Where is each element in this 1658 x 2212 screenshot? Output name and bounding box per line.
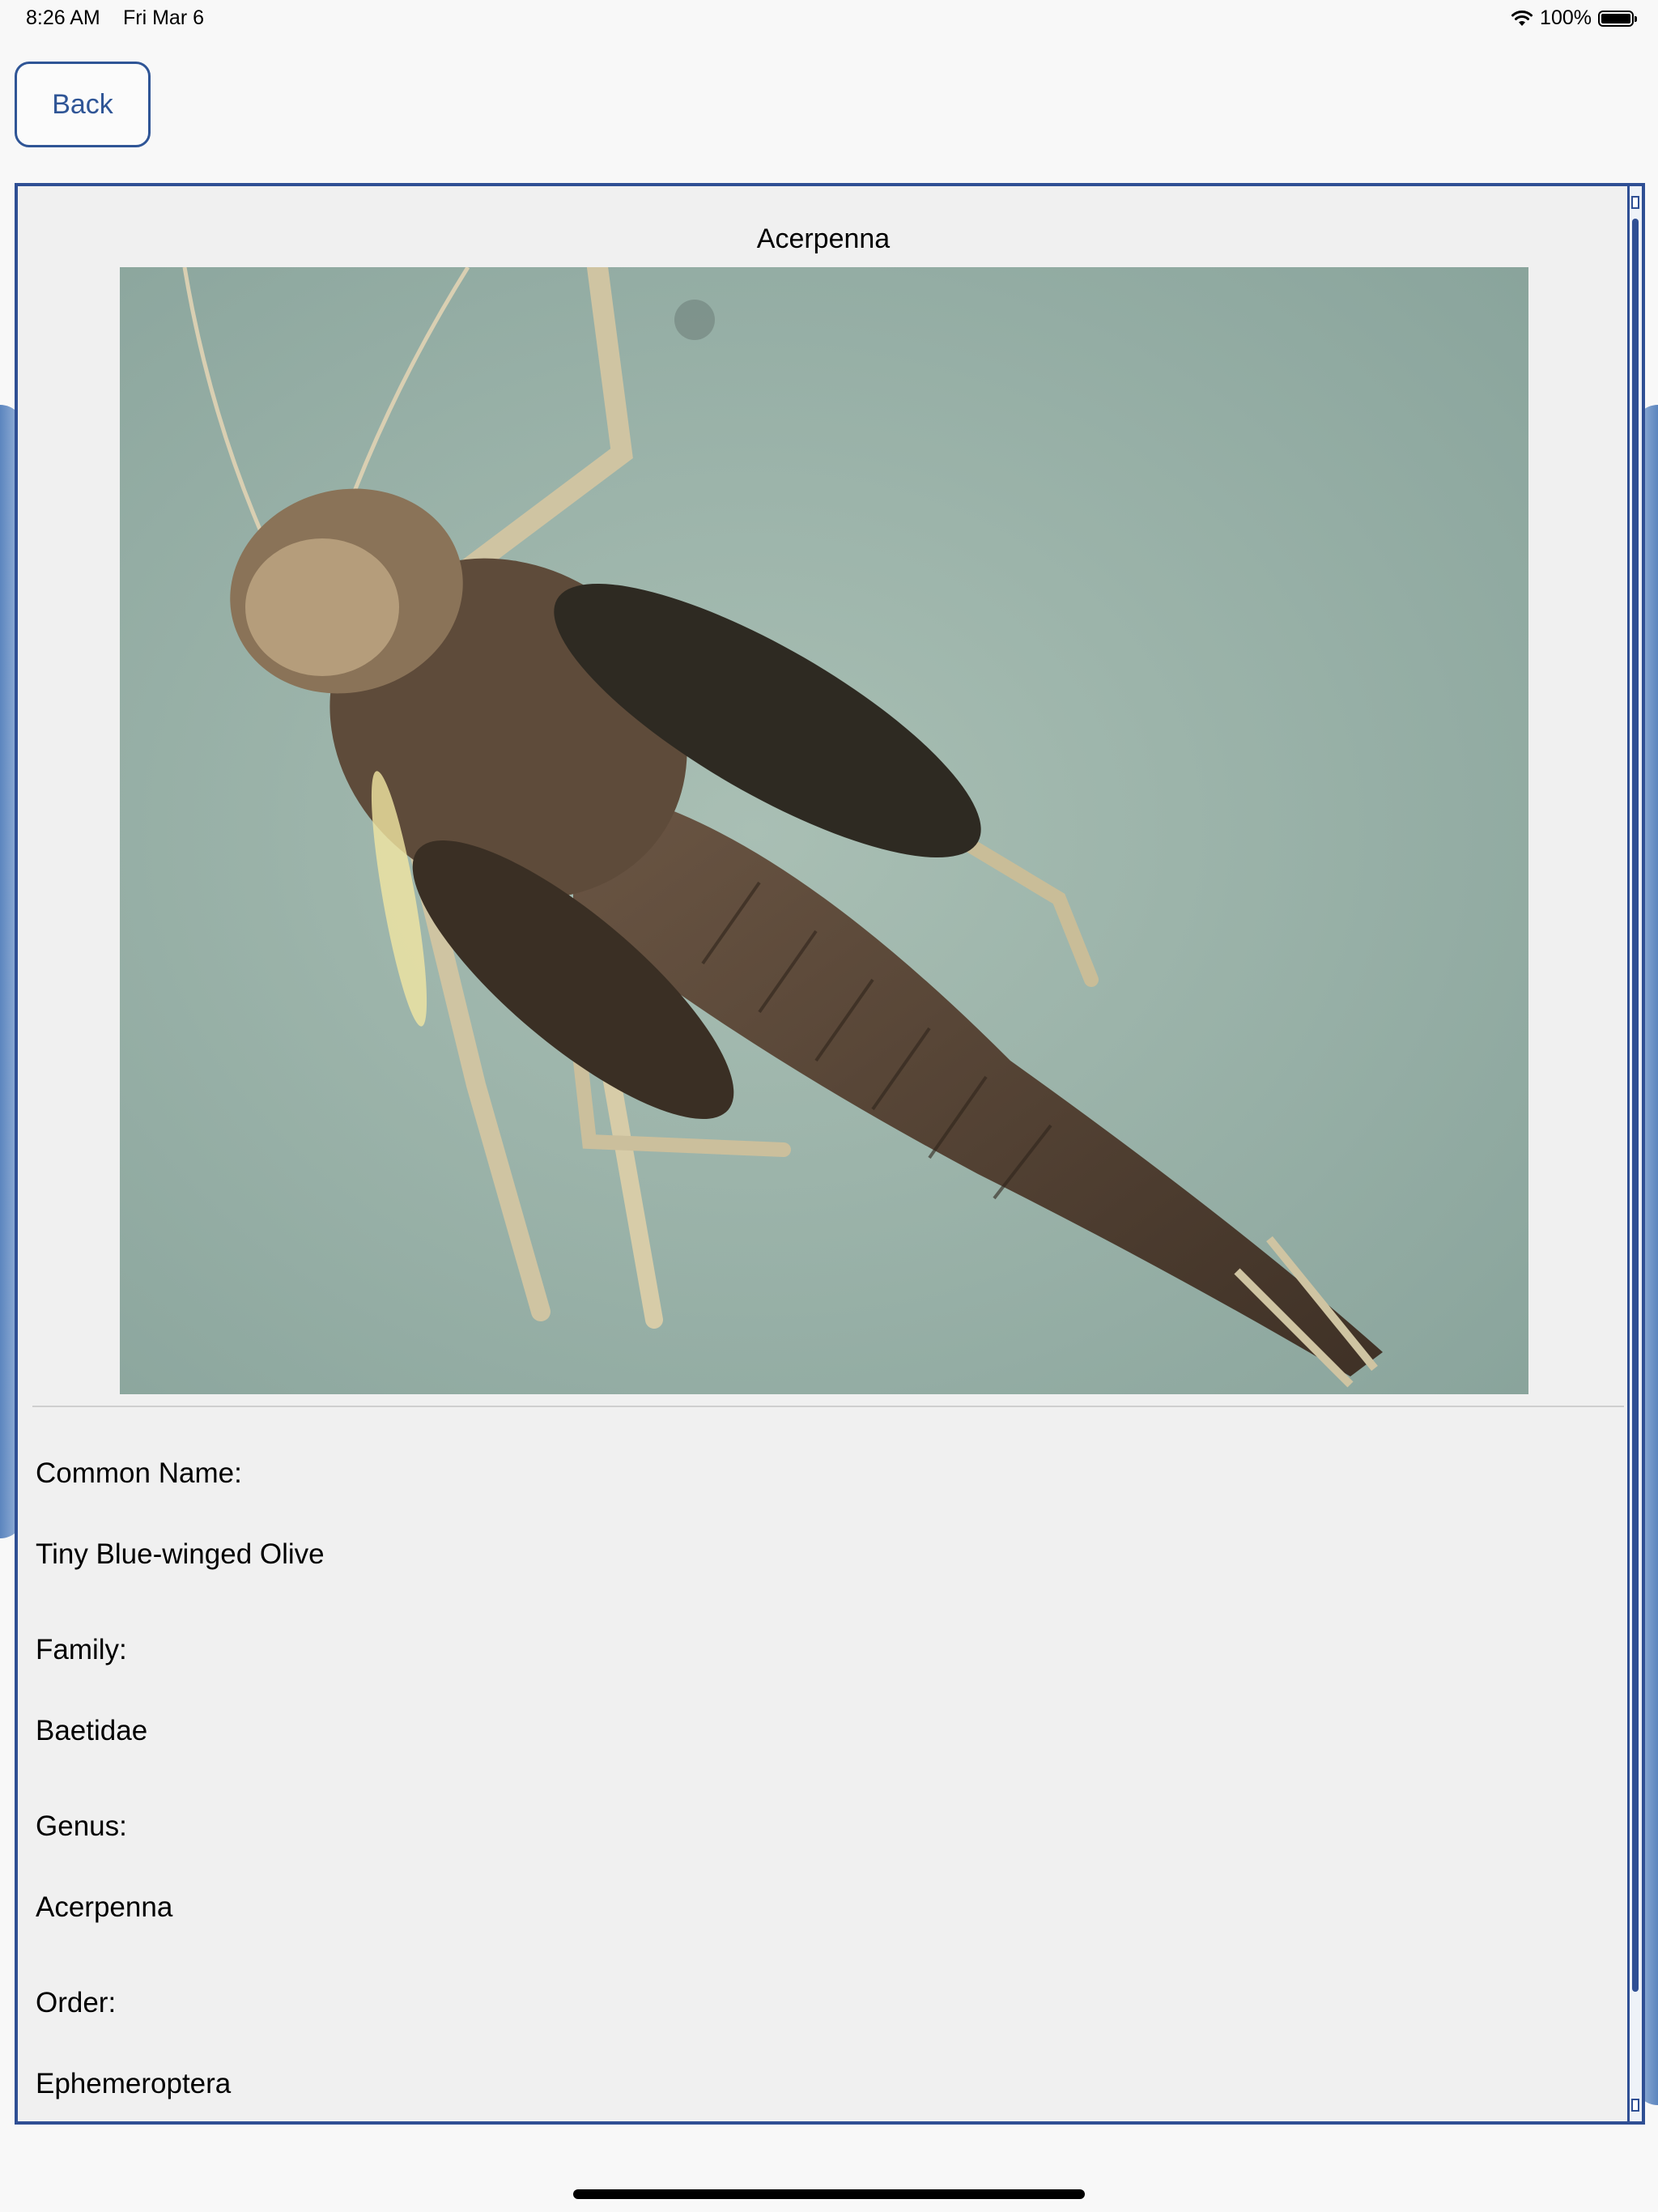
battery-icon bbox=[1598, 10, 1637, 27]
status-bar: 8:26 AM Fri Mar 6 100% bbox=[0, 0, 1658, 37]
genus-value: Acerpenna bbox=[36, 1891, 173, 1923]
status-time: 8:26 AM bbox=[26, 6, 100, 29]
specimen-photo bbox=[120, 267, 1528, 1394]
common-name-label: Common Name: bbox=[36, 1457, 242, 1489]
order-value: Ephemeroptera bbox=[36, 2068, 232, 2099]
family-label: Family: bbox=[36, 1634, 127, 1665]
home-indicator[interactable] bbox=[573, 2189, 1085, 2199]
scroll-down-arrow[interactable] bbox=[1631, 2099, 1639, 2112]
battery-percentage: 100% bbox=[1540, 6, 1592, 29]
wifi-icon bbox=[1511, 10, 1533, 28]
divider bbox=[32, 1406, 1624, 1407]
scroll-up-arrow[interactable] bbox=[1631, 196, 1639, 209]
back-button[interactable]: Back bbox=[15, 62, 151, 147]
species-detail-panel[interactable]: Acerpenna Common Name: Tiny Blue-winged … bbox=[15, 183, 1645, 2125]
scroll-thumb[interactable] bbox=[1632, 219, 1639, 1992]
family-value: Baetidae bbox=[36, 1715, 148, 1746]
species-title: Acerpenna bbox=[756, 223, 891, 254]
status-date: Fri Mar 6 bbox=[123, 6, 204, 29]
genus-label: Genus: bbox=[36, 1810, 127, 1842]
status-indicators: 100% bbox=[1511, 6, 1637, 30]
vertical-scrollbar[interactable] bbox=[1627, 186, 1642, 2121]
common-name-value: Tiny Blue-winged Olive bbox=[36, 1538, 325, 1570]
order-label: Order: bbox=[36, 1987, 117, 2018]
